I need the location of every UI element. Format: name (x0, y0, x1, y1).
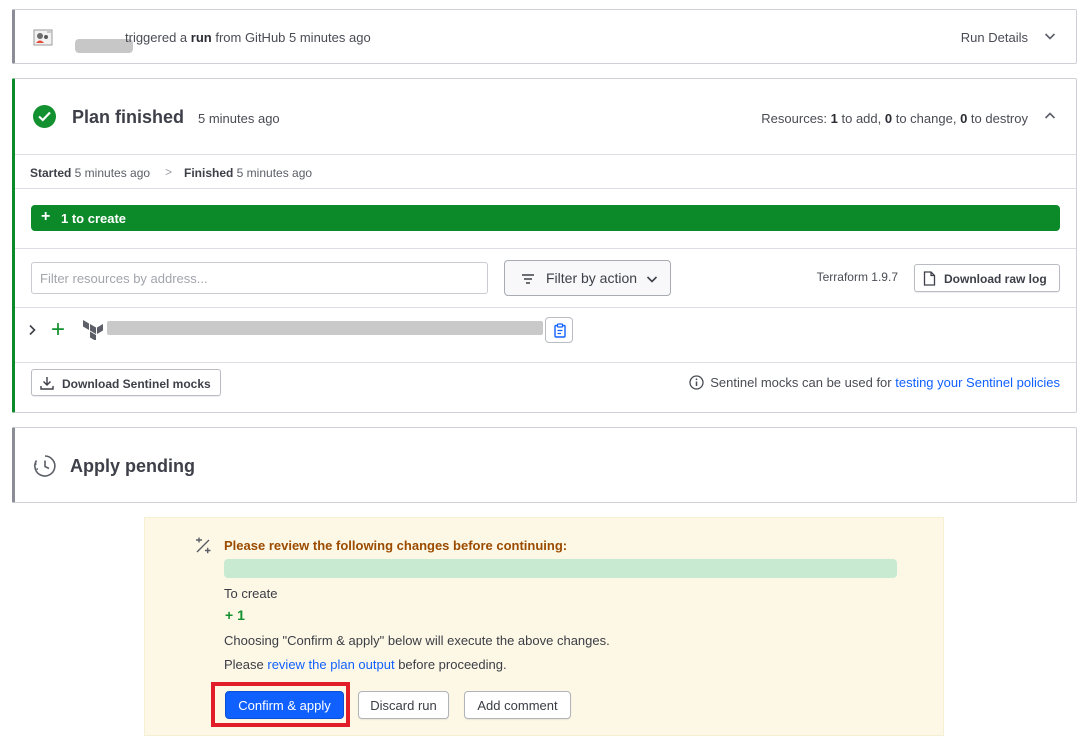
plan-time: 5 minutes ago (198, 111, 280, 126)
chevron-down-icon[interactable] (1044, 30, 1056, 45)
confirm-explanation: Choosing "Confirm & apply" below will ex… (224, 633, 610, 648)
document-icon (923, 271, 936, 289)
plan-header: Plan finished 5 minutes ago Resources: 1… (15, 79, 1076, 155)
run-details-toggle[interactable]: Run Details (961, 30, 1028, 45)
resource-row[interactable]: + (15, 308, 1076, 363)
download-raw-log-button[interactable]: Download raw log (914, 264, 1060, 292)
download-icon (40, 376, 54, 393)
to-create-count: + 1 (225, 607, 245, 623)
filter-by-action-button[interactable]: Filter by action (504, 260, 671, 296)
sentinel-mocks-info: Sentinel mocks can be used for testing y… (689, 375, 1060, 393)
create-summary-row: + 1 to create (15, 189, 1076, 249)
redacted-resource-address (107, 321, 543, 335)
add-comment-button[interactable]: Add comment (464, 691, 571, 719)
clock-pending-icon (33, 454, 57, 481)
filter-resources-input[interactable] (31, 262, 488, 294)
create-count-label: 1 to create (61, 211, 127, 226)
plus-icon: + (41, 208, 51, 225)
started-time: Started 5 minutes ago (30, 166, 151, 180)
filter-by-action-label: Filter by action (546, 270, 638, 286)
terraform-logo-icon (82, 318, 104, 343)
apply-card: Apply pending (12, 427, 1077, 503)
plan-timing: Started 5 minutes ago > Finished 5 minut… (15, 155, 1076, 189)
plan-title: Plan finished (72, 107, 185, 127)
plus-minus-icon (194, 537, 212, 558)
apply-title: Apply pending (70, 456, 195, 476)
finished-time: Finished 5 minutes ago (184, 166, 313, 180)
sentinel-mocks-row: Download Sentinel mocks Sentinel mocks c… (15, 363, 1076, 413)
copy-address-button[interactable] (545, 317, 573, 343)
chevron-up-icon[interactable] (1044, 110, 1056, 125)
resources-summary: Resources: 1 to add, 0 to change, 0 to d… (761, 111, 1028, 126)
review-plan-output-link[interactable]: review the plan output (267, 657, 394, 672)
confirm-apply-button[interactable]: Confirm & apply (225, 691, 344, 719)
to-create-label: To create (224, 586, 278, 601)
review-changes-panel: Please review the following changes befo… (144, 517, 944, 736)
timing-separator: > (165, 165, 173, 179)
review-heading: Please review the following changes befo… (224, 538, 568, 553)
terraform-version: Terraform 1.9.7 (816, 270, 898, 284)
discard-run-button[interactable]: Discard run (358, 691, 449, 719)
run-link[interactable]: run (191, 30, 212, 45)
info-icon (689, 375, 704, 393)
trigger-description: triggered a run from GitHub 5 minutes ag… (125, 30, 371, 45)
create-action-icon: + (51, 316, 66, 343)
testing-sentinel-policies-link[interactable]: testing your Sentinel policies (895, 375, 1060, 390)
check-circle-icon (33, 105, 56, 128)
filter-row: Filter by action Terraform 1.9.7 Downloa… (15, 249, 1076, 308)
clipboard-icon (554, 323, 566, 338)
chevron-right-icon[interactable] (27, 324, 37, 339)
run-trigger-card: triggered a run from GitHub 5 minutes ag… (12, 9, 1077, 64)
download-sentinel-mocks-button[interactable]: Download Sentinel mocks (31, 369, 221, 396)
filter-lines-icon (521, 272, 535, 288)
changes-progress-bar (224, 559, 897, 578)
chevron-down-icon (646, 272, 658, 288)
create-count-bar[interactable]: + 1 to create (31, 205, 1060, 231)
user-avatar-icon (33, 28, 53, 46)
plan-card: Plan finished 5 minutes ago Resources: 1… (12, 78, 1077, 413)
review-plan-note: Please review the plan output before pro… (224, 657, 507, 672)
